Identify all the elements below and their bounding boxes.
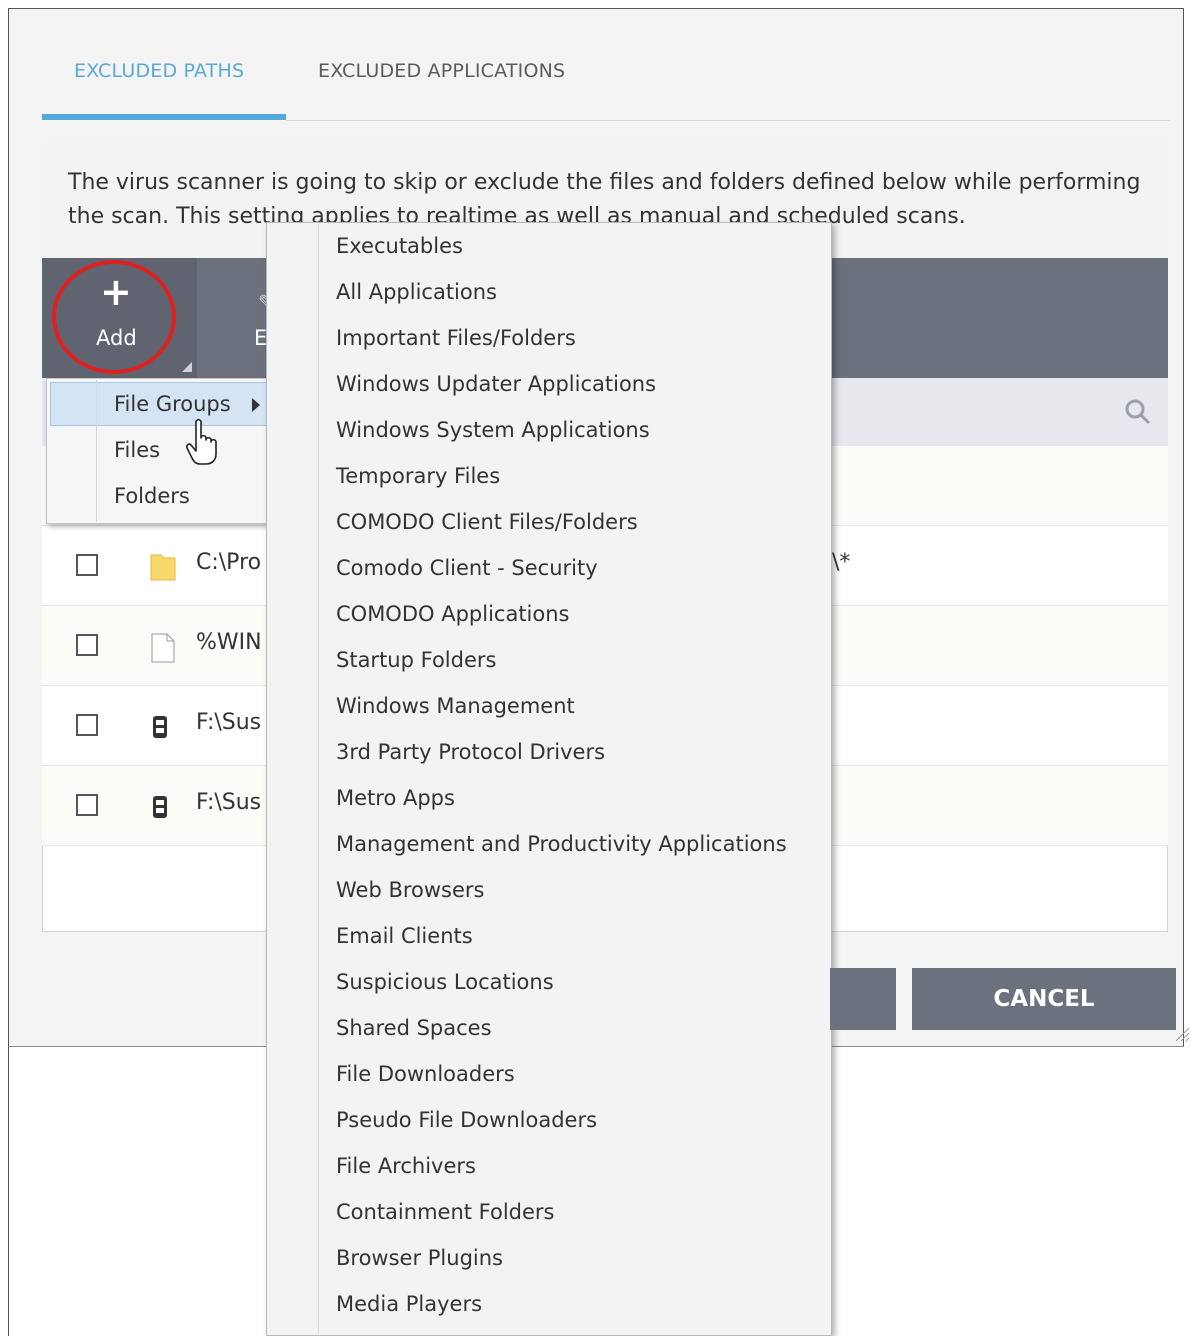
file-group-item[interactable]: Pseudo File Downloaders [336,1108,597,1132]
executable-icon [153,716,167,738]
file-group-item[interactable]: Email Clients [336,924,473,948]
file-group-item[interactable]: Containment Folders [336,1200,555,1224]
file-group-item[interactable]: File Archivers [336,1154,476,1178]
file-group-item[interactable]: Important Files/Folders [336,326,576,350]
folder-icon [150,554,176,581]
row-checkbox[interactable] [76,554,98,576]
row-path: %WIN [196,630,262,655]
row-path-suffix: \* [832,550,851,575]
executable-icon [153,796,167,818]
file-group-item[interactable]: Media Players [336,1292,482,1316]
highlight-circle [52,260,176,374]
file-group-item[interactable]: All Applications [336,280,497,304]
file-group-item[interactable]: COMODO Applications [336,602,570,626]
menu-separator [96,380,97,522]
resize-grip-icon[interactable] [1174,1026,1190,1042]
tab-divider [286,120,1170,121]
row-checkbox[interactable] [76,714,98,736]
file-group-item[interactable]: Startup Folders [336,648,496,672]
file-group-item[interactable]: Web Browsers [336,878,485,902]
file-group-item[interactable]: Shared Spaces [336,1016,492,1040]
row-path: F:\Sus [196,790,262,815]
search-icon[interactable] [1124,398,1152,426]
row-checkbox[interactable] [76,794,98,816]
file-group-item[interactable]: Windows Management [336,694,575,718]
file-group-item[interactable]: Browser Plugins [336,1246,503,1270]
file-group-item[interactable]: File Downloaders [336,1062,515,1086]
cancel-button[interactable]: CANCEL [912,968,1176,1030]
file-icon [151,633,175,663]
file-group-item[interactable]: Comodo Client - Security [336,556,598,580]
file-group-item[interactable]: Windows System Applications [336,418,650,442]
file-group-item[interactable]: Suspicious Locations [336,970,554,994]
menu-item-folders[interactable]: Folders [114,484,190,508]
file-group-item[interactable]: Executables [336,234,463,258]
tab-excluded-applications[interactable]: EXCLUDED APPLICATIONS [318,60,565,82]
file-group-item[interactable]: Metro Apps [336,786,455,810]
menu-separator [318,224,319,1334]
dropdown-corner-icon [182,362,192,372]
submenu-arrow-icon [252,398,260,412]
ok-button[interactable] [830,968,896,1030]
file-group-item[interactable]: 3rd Party Protocol Drivers [336,740,605,764]
file-group-item[interactable]: Windows Updater Applications [336,372,656,396]
hand-cursor-icon [186,418,217,465]
row-checkbox[interactable] [76,634,98,656]
file-group-item[interactable]: Management and Productivity Applications [336,832,787,856]
window-left-border [8,1046,9,1336]
row-path: F:\Sus [196,710,262,735]
row-path: C:\Pro [196,550,262,575]
menu-item-files[interactable]: Files [114,438,160,462]
file-group-item[interactable]: Temporary Files [336,464,500,488]
tab-excluded-paths[interactable]: EXCLUDED PATHS [74,60,244,82]
active-tab-indicator [42,114,286,120]
menu-item-file-groups-label[interactable]: File Groups [114,392,231,416]
file-group-item[interactable]: COMODO Client Files/Folders [336,510,638,534]
